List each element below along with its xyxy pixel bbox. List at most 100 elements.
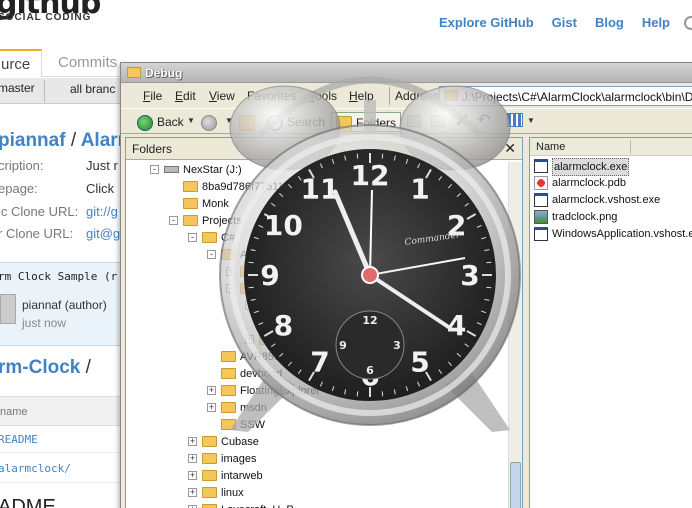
tree-node-label[interactable]: Cubase [221, 434, 259, 450]
back-dropdown-icon[interactable]: ▼ [187, 116, 195, 125]
branch-master[interactable]: master [0, 82, 42, 102]
tree-node-label[interactable]: msdn [240, 400, 267, 416]
menu-divider [389, 87, 390, 105]
expand-icon[interactable]: + [188, 454, 197, 463]
tree-scrollbar[interactable] [508, 162, 522, 508]
expand-icon[interactable]: + [207, 403, 216, 412]
account-icon[interactable] [684, 16, 692, 30]
collapse-icon[interactable]: - [150, 165, 159, 174]
collapse-icon[interactable]: - [188, 233, 197, 242]
views-dropdown-icon[interactable]: ▼ [527, 116, 535, 125]
file-readme-link[interactable]: README [0, 433, 38, 446]
branch-all[interactable]: all branc [70, 82, 115, 96]
tree-node-label[interactable]: .git [259, 264, 274, 280]
column-header[interactable]: Name [530, 138, 692, 156]
menu-tools[interactable]: Tools [309, 89, 337, 103]
folders-button[interactable]: Folders [331, 112, 402, 132]
menu-view[interactable]: View [209, 89, 235, 103]
scrollbar-thumb[interactable] [510, 462, 521, 508]
tree-node-label[interactable]: devhood [240, 366, 282, 382]
expand-icon[interactable]: + [226, 267, 235, 276]
folder-icon [240, 266, 255, 277]
menu-favorites[interactable]: Favorites [247, 89, 296, 103]
expand-icon[interactable]: + [188, 471, 197, 480]
menu-edit[interactable]: Edit [175, 89, 196, 103]
breadcrumb-repo[interactable]: rm-Clock [0, 357, 80, 378]
nav-explore[interactable]: Explore GitHub [439, 15, 534, 30]
tab-commits[interactable]: Commits [52, 49, 123, 77]
delete-icon[interactable]: ✕ [455, 112, 469, 129]
repo-owner-link[interactable]: piannaf [0, 130, 66, 151]
folder-icon [221, 368, 236, 379]
tree-node-label[interactable]: C# [221, 230, 235, 246]
file-name[interactable]: WindowsApplication.vshost.exe [552, 226, 692, 242]
tree-node-label[interactable]: bin [278, 298, 293, 314]
commit-author[interactable]: piannaf (author) [22, 298, 107, 312]
tree-node-label[interactable]: obj [278, 332, 293, 348]
top-nav: Explore GitHub Gist Blog Help [439, 15, 670, 30]
nav-help[interactable]: Help [642, 15, 670, 30]
tree-node-label[interactable]: Monk [202, 196, 229, 212]
avatar[interactable] [0, 294, 16, 324]
expand-icon[interactable]: + [188, 437, 197, 446]
file-name[interactable]: tradclock.png [552, 209, 617, 225]
tree-node-label[interactable]: linux [221, 485, 244, 501]
folder-icon [221, 402, 236, 413]
tree-node-label[interactable]: NexStar (J:) [183, 162, 242, 178]
views-icon[interactable] [507, 113, 523, 127]
collapse-icon[interactable]: - [226, 284, 235, 293]
menu-file-label: ile [150, 89, 163, 103]
exe-file-icon [534, 227, 548, 241]
forward-dropdown-icon[interactable]: ▼ [225, 116, 233, 125]
tree-node-label[interactable]: SSW [240, 417, 265, 433]
nav-blog[interactable]: Blog [595, 15, 624, 30]
file-name[interactable]: alarmclock.pdb [552, 175, 626, 191]
folder-icon [221, 351, 236, 362]
forward-button[interactable] [201, 112, 221, 132]
undo-icon[interactable]: ↶ [477, 113, 490, 129]
expand-icon[interactable]: + [188, 488, 197, 497]
folders-pane: Folders ✕ - NexStar (J:) 8ba9d786f775110b4… [125, 137, 523, 508]
toolbar: Back ▼ ▼ Search Folders ✕ ↶ ▼ [121, 108, 692, 134]
copy-to-icon[interactable] [431, 115, 445, 127]
column-divider[interactable] [630, 140, 631, 154]
up-folder-button[interactable] [239, 112, 259, 132]
tree-node-label[interactable]: Lovecraft_H_P [221, 502, 294, 508]
tree-node-label[interactable]: images [221, 451, 256, 467]
commit-message: rm Clock Sample (r [0, 270, 118, 283]
tree-node-label[interactable]: Debug [297, 315, 334, 331]
tree-node-label[interactable]: alarmclock [259, 281, 312, 297]
public-clone-row: ic Clone URL: git://g [0, 204, 118, 219]
up-folder-icon [239, 114, 255, 131]
tab-source[interactable]: urce [0, 49, 42, 77]
close-icon[interactable]: ✕ [504, 140, 516, 157]
public-clone-url[interactable]: git://g [86, 204, 118, 219]
tree-node-label[interactable]: intarweb [221, 468, 263, 484]
file-alarmclock-link[interactable]: alarmclock/ [0, 462, 71, 475]
back-button[interactable]: Back [137, 112, 184, 132]
collapse-icon[interactable]: - [169, 216, 178, 225]
address-value[interactable]: J:\Projects\C#\AlarmClock\alarmclock\bin… [462, 90, 692, 104]
search-label: Search [287, 115, 326, 129]
address-bar[interactable]: J:\Projects\C#\AlarmClock\alarmclock\bin… [439, 86, 692, 106]
private-clone-url[interactable]: git@g [86, 226, 120, 241]
title-bar[interactable]: Debug [121, 63, 692, 83]
tree-node-label[interactable]: 8ba9d786f775110b4496686f [202, 179, 342, 195]
menu-help[interactable]: Help [349, 89, 374, 103]
nav-gist[interactable]: Gist [552, 15, 577, 30]
search-button[interactable]: Search [267, 112, 325, 132]
tree-node-label[interactable]: AVR8515 [240, 349, 286, 365]
menu-file[interactable]: File [143, 89, 162, 103]
tree-node-label[interactable]: Projects [202, 213, 242, 229]
file-name[interactable]: alarmclock.vshost.exe [552, 192, 660, 208]
expand-icon[interactable]: + [245, 335, 254, 344]
homepage-value: Click [86, 181, 115, 196]
collapse-icon[interactable]: - [207, 250, 216, 259]
collapse-icon[interactable]: - [245, 301, 254, 310]
tree-node-label[interactable]: FloatingExplorer [240, 383, 320, 399]
file-name[interactable]: alarmclock.exe [552, 158, 630, 176]
column-name[interactable]: Name [536, 141, 565, 153]
tree-node-label[interactable]: AlarmClock [240, 247, 296, 263]
move-to-icon[interactable] [407, 115, 421, 127]
expand-icon[interactable]: + [207, 386, 216, 395]
